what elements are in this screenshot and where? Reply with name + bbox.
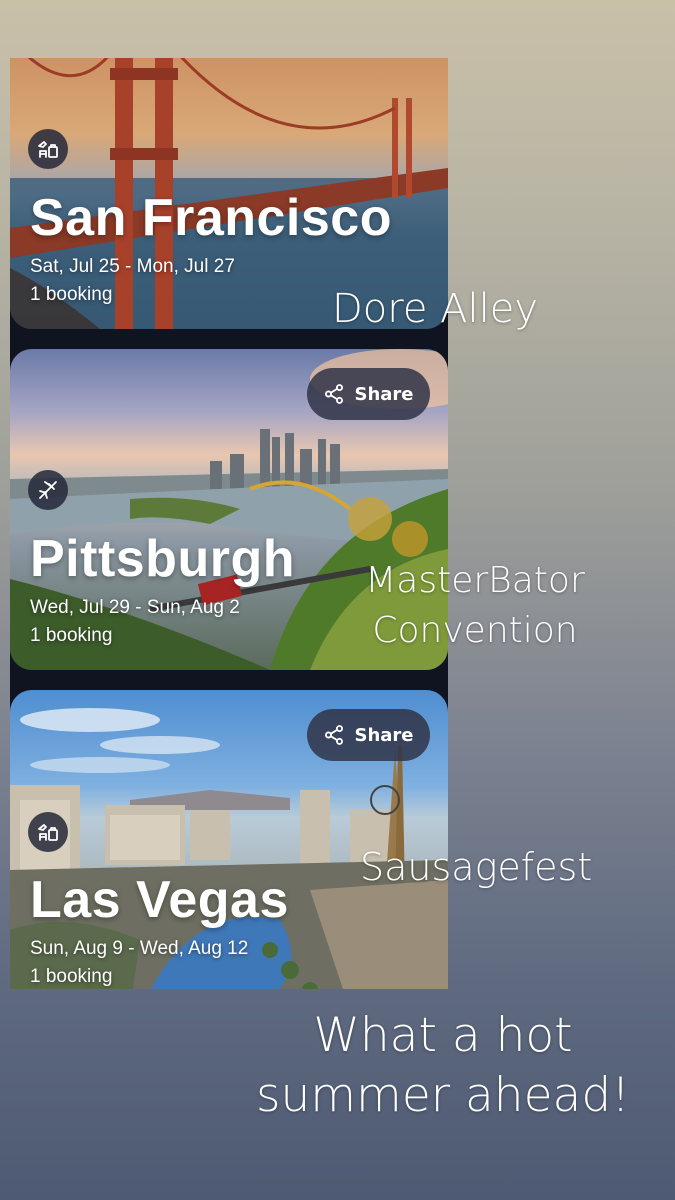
trip-bookings: 1 booking [30, 284, 113, 305]
trip-bookings: 1 booking [30, 625, 113, 646]
caption-pittsburgh-line-1: MasterBator [365, 560, 585, 601]
caption-las-vegas: Sausagefest [360, 845, 593, 889]
trip-city-name: Las Vegas [30, 871, 289, 929]
trip-city-name: San Francisco [30, 189, 392, 247]
share-button[interactable]: Share [307, 368, 430, 420]
share-icon [325, 725, 344, 745]
share-button-label: Share [354, 724, 414, 746]
share-button-label: Share [354, 383, 414, 405]
caption-footer-line-1: What a hot [313, 1008, 573, 1063]
trip-card-las-vegas[interactable]: Share Las Vegas Sun, Aug 9 - Wed, Aug 12… [10, 690, 448, 989]
trip-dates: Wed, Jul 29 - Sun, Aug 2 [30, 597, 240, 618]
trip-dates: Sun, Aug 9 - Wed, Aug 12 [30, 938, 249, 959]
caption-san-francisco: Dore Alley [332, 286, 539, 332]
flight-icon [28, 470, 68, 510]
trip-dates: Sat, Jul 25 - Mon, Jul 27 [30, 256, 235, 277]
trip-bookings: 1 booking [30, 966, 113, 987]
caption-footer-line-2: summer ahead! [255, 1068, 630, 1123]
share-button[interactable]: Share [307, 709, 430, 761]
trip-city-name: Pittsburgh [30, 530, 295, 588]
caption-footer: What a hot summer ahead! [248, 1006, 638, 1126]
caption-pittsburgh-line-2: Convention [372, 610, 578, 651]
caption-pittsburgh: MasterBator Convention [345, 556, 605, 656]
hotel-flight-icon [28, 812, 68, 852]
share-icon [325, 384, 344, 404]
hotel-flight-icon [28, 129, 68, 169]
